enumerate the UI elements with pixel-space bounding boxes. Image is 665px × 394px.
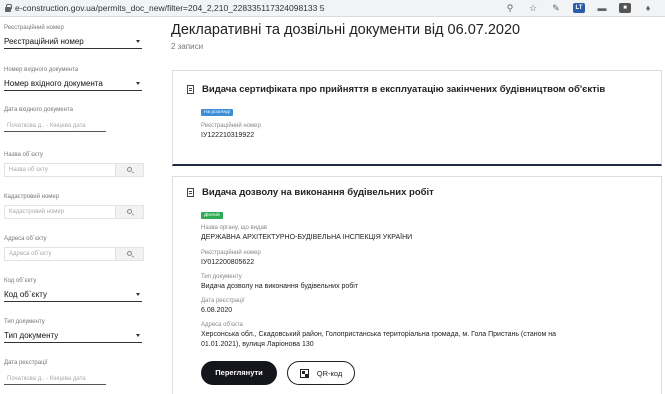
doc-type-filter: Тип документу Тип документу xyxy=(4,318,142,343)
object-code-filter: Код об`єкту Код об`єкту xyxy=(4,277,142,302)
search-icon[interactable]: ⚲ xyxy=(504,3,516,13)
record-title[interactable]: Видача дозволу на виконання будівельних … xyxy=(187,187,434,198)
reg-date-value: 6.08.2020 xyxy=(201,307,233,314)
chevron-down-icon xyxy=(136,293,140,296)
chevron-down-icon xyxy=(136,334,140,337)
document-icon xyxy=(187,85,194,94)
reg-number-label: Реєстраційний номер xyxy=(201,250,261,256)
status-badge: На розгляді xyxy=(201,109,233,116)
filter-label: Кадастровий номер xyxy=(4,194,60,200)
view-button[interactable]: Переглянути xyxy=(201,361,277,385)
reg-number-value: IУ122210319922 xyxy=(201,132,255,139)
incoming-date-filter: Дата вхідного документа Початкова д.. - … xyxy=(4,106,142,132)
lock-icon xyxy=(4,3,12,13)
document-icon xyxy=(187,188,194,197)
address-label: Адреса об'єкта xyxy=(201,322,243,328)
extension-pen-icon[interactable]: ✎ xyxy=(550,3,562,13)
cadastral-filter: Кадастровий номер Кадастровий номер xyxy=(4,193,144,219)
cadastral-input[interactable]: Кадастровий номер xyxy=(4,205,144,219)
record-card[interactable]: Видача дозволу на виконання будівельних … xyxy=(172,176,662,394)
filter-label: Дата вхідного документа xyxy=(4,107,73,113)
authority-value: ДЕРЖАВНА АРХІТЕКТУРНО-БУДІВЕЛЬНА ІНСПЕКЦ… xyxy=(201,234,413,241)
authority-label: Назва органу, що видав xyxy=(201,225,268,231)
address-line: 01.01.2021), вулиця Ларіонова 130 xyxy=(201,341,314,348)
filter-label: Адреса об`єкту xyxy=(4,236,47,242)
chevron-down-icon xyxy=(136,40,140,43)
record-title[interactable]: Видача сертифіката про прийняття в експл… xyxy=(187,84,605,95)
reg-date-filter: Дата реєстрації Початкова д.. - Кінцева … xyxy=(4,359,142,385)
search-button[interactable] xyxy=(115,248,143,260)
record-card[interactable]: Видача сертифіката про прийняття в експл… xyxy=(172,70,662,166)
object-code-select[interactable]: Код об`єкту xyxy=(4,288,142,302)
object-address-input[interactable]: Адреса об`єкту xyxy=(4,247,144,261)
bookmark-star-icon[interactable]: ☆ xyxy=(527,3,539,13)
search-icon xyxy=(127,209,132,214)
object-name-input[interactable]: Назва об`єкту xyxy=(4,163,144,177)
reg-number-label: Реєстраційний номер xyxy=(201,123,261,129)
search-icon xyxy=(127,167,132,172)
extension-box-icon[interactable]: ■ xyxy=(619,3,631,13)
qr-code-icon xyxy=(299,368,309,378)
search-icon xyxy=(127,251,132,256)
reg-number-value: IУ012200805622 xyxy=(201,259,255,266)
search-button[interactable] xyxy=(115,206,143,218)
incoming-number-filter: Номер вхідного документа Номер вхідного … xyxy=(4,66,142,91)
incoming-date-range-input[interactable]: Початкова д.. - Кінцева дата xyxy=(4,120,106,132)
browser-address-bar[interactable]: e-construction.gov.ua/permits_doc_new/fi… xyxy=(0,0,665,17)
filter-label: Номер вхідного документа xyxy=(4,67,79,73)
object-name-filter: Назва об`єкту Назва об`єкту xyxy=(4,151,144,177)
chevron-down-icon xyxy=(136,82,140,85)
filter-label: Код об`єкту xyxy=(4,278,37,284)
doc-type-label: Тип документу xyxy=(201,274,242,280)
object-address-filter: Адреса об`єкту Адреса об`єкту xyxy=(4,235,144,261)
filter-label: Тип документу xyxy=(4,319,45,325)
extension-bar-icon[interactable]: ▬ xyxy=(596,3,608,13)
reg-number-select[interactable]: Реєстраційний номер xyxy=(4,35,142,49)
qr-code-button[interactable]: QR-код xyxy=(287,361,355,385)
filter-label: Назва об`єкту xyxy=(4,152,43,158)
address-line: Херсонська обл., Скадовський район, Голо… xyxy=(201,331,557,338)
reg-date-label: Дата реєстрації xyxy=(201,298,245,304)
status-badge: Діючий xyxy=(201,212,223,219)
search-button[interactable] xyxy=(115,164,143,176)
incoming-number-select[interactable]: Номер вхідного документа xyxy=(4,77,142,91)
records-count: 2 записи xyxy=(171,42,204,51)
doc-type-select[interactable]: Тип документу xyxy=(4,329,142,343)
filter-sidebar: Реєстраційний номер Реєстраційний номер … xyxy=(0,17,158,394)
reg-number-filter: Реєстраційний номер Реєстраційний номер xyxy=(4,24,142,49)
doc-type-value: Видача дозволу на виконання будівельних … xyxy=(201,283,359,290)
page-title: Декларативні та дозвільні документи від … xyxy=(171,22,521,38)
filter-label: Реєстраційний номер xyxy=(4,25,64,31)
url-text[interactable]: e-construction.gov.ua/permits_doc_new/fi… xyxy=(15,3,504,13)
reg-date-range-input[interactable]: Початкова д.. - Кінцева дата xyxy=(4,373,106,385)
extension-puzzle-icon[interactable]: ♦ xyxy=(642,3,654,13)
filter-label: Дата реєстрації xyxy=(4,360,48,366)
extension-translate-icon[interactable]: LT xyxy=(573,3,585,13)
